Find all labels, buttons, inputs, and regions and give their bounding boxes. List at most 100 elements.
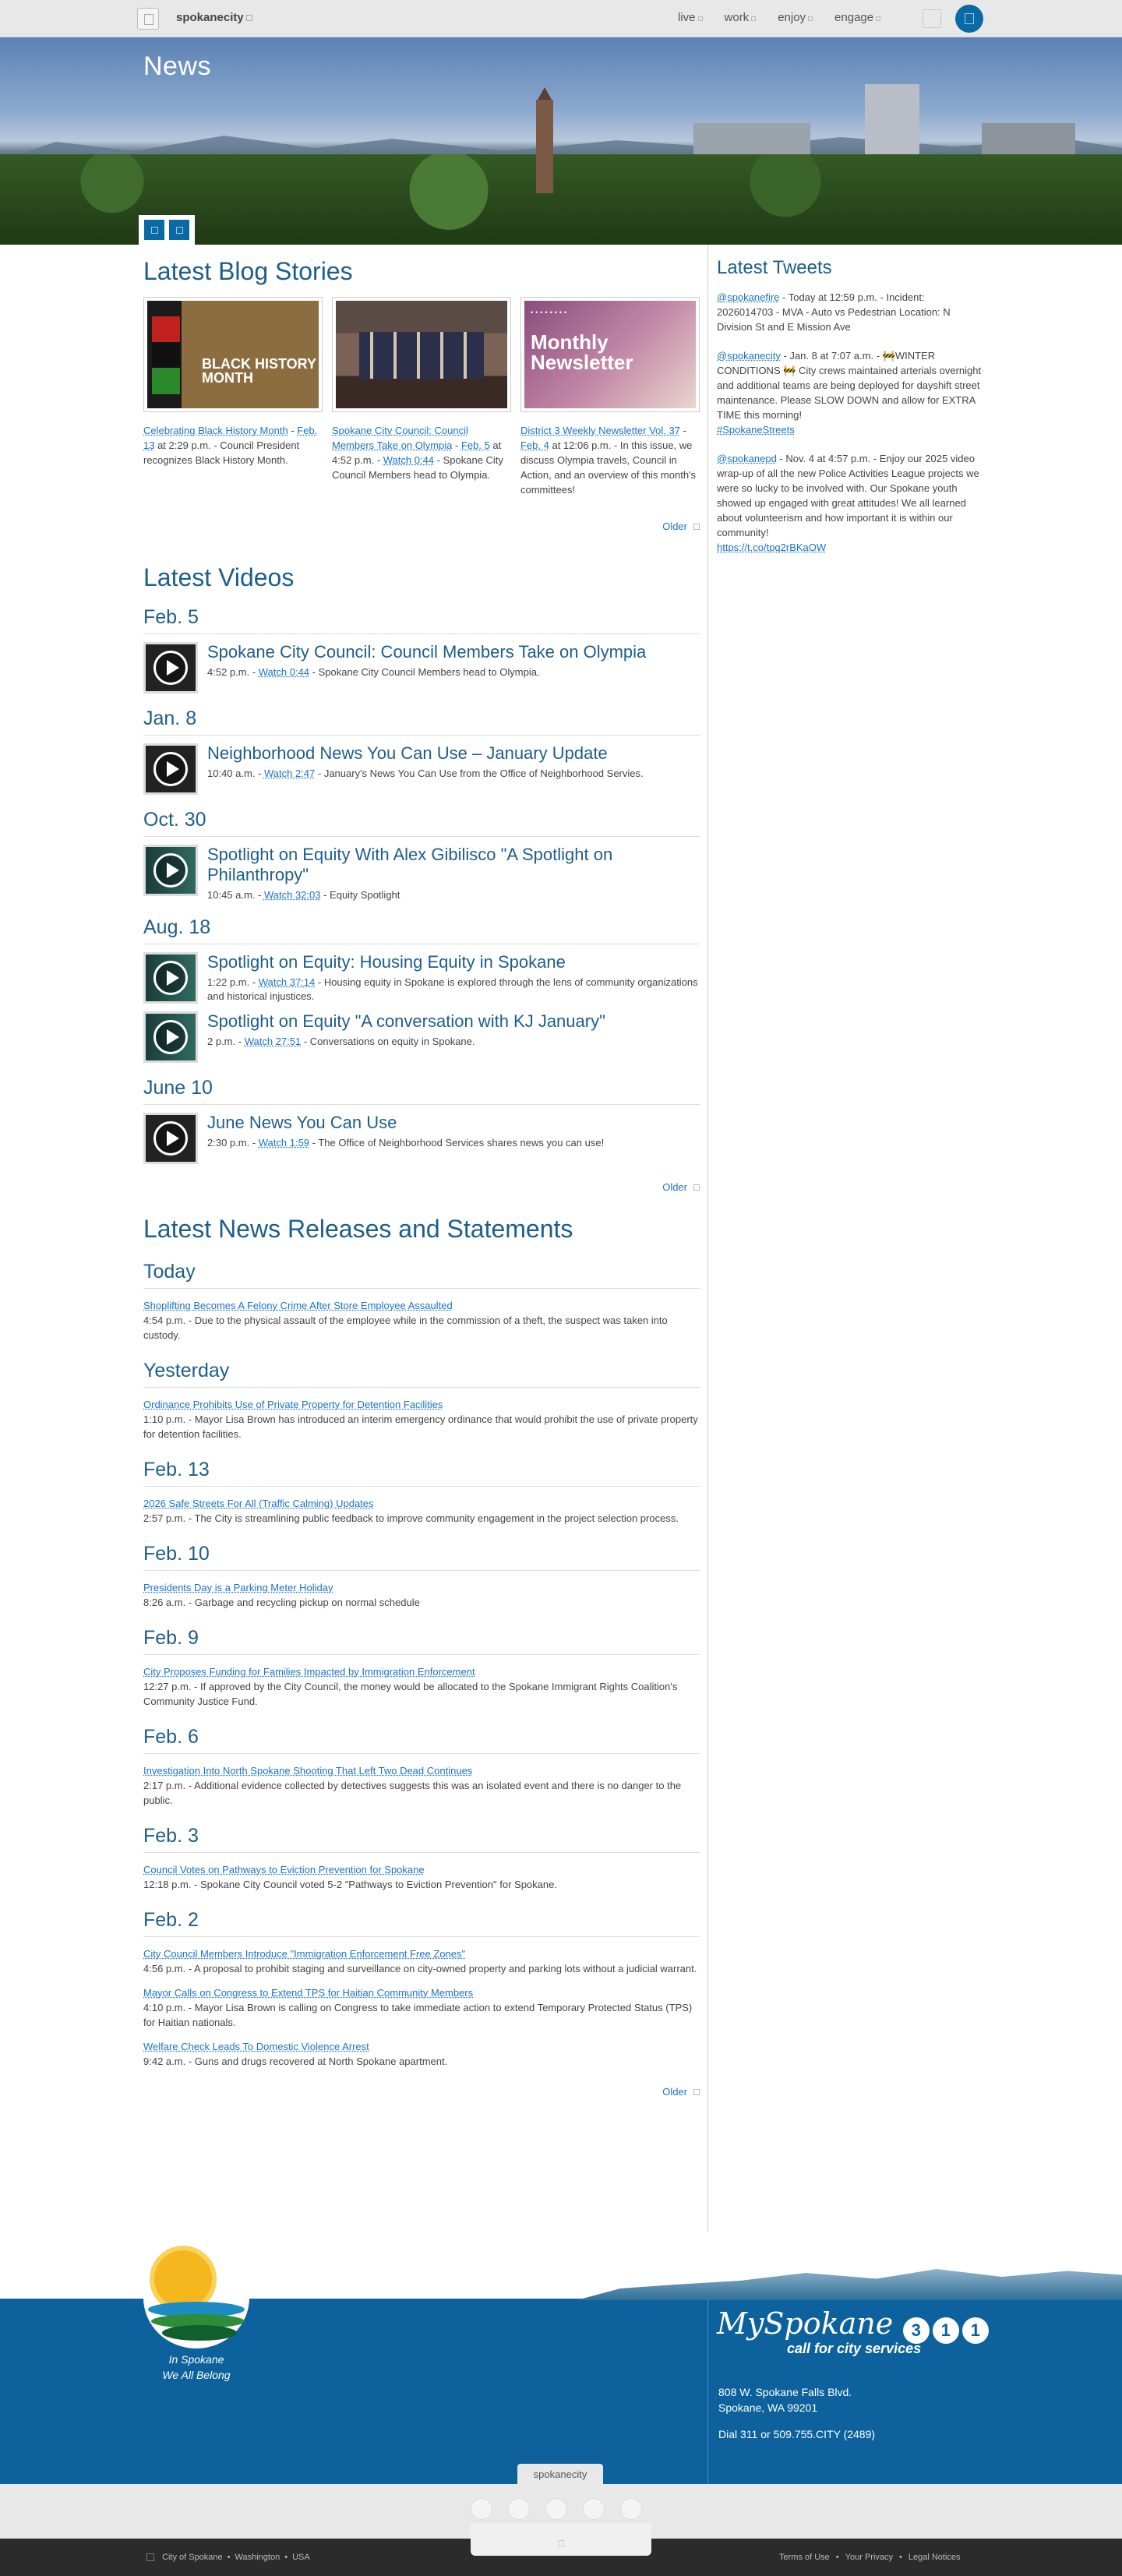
subscribe-icon[interactable] (169, 220, 189, 240)
watch-link[interactable]: Watch 27:51 (245, 1036, 302, 1047)
news-title-link[interactable]: Shoplifting Becomes A Felony Crime After… (143, 1298, 700, 1313)
site-brand[interactable]: spokanecity (176, 11, 252, 24)
search-icon[interactable] (923, 9, 941, 28)
video-desc: - Equity Spotlight (320, 889, 400, 901)
video-date-heading: Jan. 8 (143, 708, 700, 736)
footer-link[interactable]: Washington (235, 2553, 280, 2562)
watch-link[interactable]: Watch 32:03 (264, 889, 321, 901)
play-icon[interactable] (153, 1121, 188, 1156)
footer-link[interactable]: City of Spokane (162, 2553, 223, 2562)
news-item: Council Votes on Pathways to Eviction Pr… (143, 1862, 700, 1892)
slogan-line: In Spokane (168, 2353, 224, 2366)
news-title-link[interactable]: 2026 Safe Streets For All (Traffic Calmi… (143, 1496, 700, 1511)
nav-link-label[interactable]: engage (834, 11, 873, 24)
blog-image[interactable] (332, 297, 511, 412)
news-title-link[interactable]: Presidents Day is a Parking Meter Holida… (143, 1580, 700, 1595)
watch-link[interactable]: Watch 37:14 (259, 976, 316, 988)
blog-date-link[interactable]: Feb. 4 (520, 439, 549, 451)
news-title-link[interactable]: Welfare Check Leads To Domestic Violence… (143, 2039, 700, 2054)
play-icon[interactable] (153, 1020, 188, 1054)
news-desc: 12:27 p.m. - If approved by the City Cou… (143, 1681, 678, 1707)
city-logo[interactable] (143, 2247, 249, 2348)
blog-card: •••••••• Monthly Newsletter District 3 We… (520, 297, 700, 497)
video-thumbnail[interactable] (143, 642, 198, 693)
blog-image[interactable]: •••••••• Monthly Newsletter (520, 297, 700, 412)
older-label[interactable]: Older (662, 2086, 687, 2098)
video-thumbnail[interactable] (143, 952, 198, 1004)
play-icon[interactable] (153, 961, 188, 995)
phone-line[interactable]: Dial 311 or 509.755.CITY (2489) (718, 2426, 875, 2442)
watch-link[interactable]: Watch 0:44 (259, 666, 309, 678)
video-thumbnail[interactable] (143, 743, 198, 795)
play-icon[interactable] (153, 651, 188, 685)
hero-banner: News (0, 37, 1122, 245)
news-title-link[interactable]: Council Votes on Pathways to Eviction Pr… (143, 1862, 700, 1877)
nav-link-enjoy[interactable]: enjoy (778, 11, 813, 24)
privacy-link[interactable]: Your Privacy (845, 2553, 893, 2562)
news-title-link[interactable]: Investigation Into North Spokane Shootin… (143, 1763, 700, 1778)
news-item: 2026 Safe Streets For All (Traffic Calmi… (143, 1496, 700, 1526)
play-icon[interactable] (153, 853, 188, 887)
twitter-icon[interactable] (508, 2498, 530, 2520)
news-desc: 4:10 p.m. - Mayor Lisa Brown is calling … (143, 2002, 693, 2028)
nav-link-label[interactable]: enjoy (778, 11, 806, 24)
blog-date-link[interactable]: Feb. 5 (461, 439, 490, 451)
nav-link-label[interactable]: live (678, 11, 696, 24)
blog-image[interactable]: BLACK HISTORY MONTH (143, 297, 323, 412)
tweet-handle-link[interactable]: @spokanepd (717, 453, 777, 464)
nav-link-live[interactable]: live (678, 11, 703, 24)
news-older-link[interactable]: Older (143, 2086, 700, 2098)
video-title-link[interactable]: Spotlight on Equity With Alex Gibilisco … (207, 845, 700, 885)
news-date-heading: Feb. 13 (143, 1459, 700, 1487)
footer-expand-tab[interactable] (471, 2523, 651, 2556)
council-photo (359, 332, 484, 379)
footer-link[interactable]: USA (292, 2553, 310, 2562)
youtube-icon[interactable] (583, 2498, 605, 2520)
news-title-link[interactable]: Mayor Calls on Congress to Extend TPS fo… (143, 1985, 700, 2000)
watch-link[interactable]: Watch 2:47 (264, 768, 315, 779)
blog-link[interactable]: District 3 Weekly Newsletter Vol. 37 (520, 425, 680, 436)
videos-older-link[interactable]: Older (143, 1181, 700, 1193)
news-title-link[interactable]: Ordinance Prohibits Use of Private Prope… (143, 1397, 700, 1412)
account-icon[interactable] (955, 5, 983, 33)
menu-icon[interactable] (137, 8, 159, 30)
tweet-hashtag-link[interactable]: #SpokaneStreets (717, 424, 795, 436)
instagram-icon[interactable] (545, 2498, 567, 2520)
share-icon[interactable] (144, 220, 164, 240)
watch-link[interactable]: Watch 0:44 (383, 454, 434, 466)
tweet-handle-link[interactable]: @spokanecity (717, 350, 781, 362)
news-title-link[interactable]: City Council Members Introduce "Immigrat… (143, 1946, 700, 1961)
blog-link[interactable]: Spokane City Council: Council Members Ta… (332, 425, 468, 451)
terms-link[interactable]: Terms of Use (779, 2553, 830, 2562)
tweet-handle-link[interactable]: @spokanefire (717, 291, 779, 303)
video-title-link[interactable]: Spotlight on Equity "A conversation with… (207, 1011, 605, 1032)
slogan-line: We All Belong (162, 2369, 231, 2381)
blog-older-link[interactable]: Older (143, 520, 700, 532)
video-thumbnail[interactable] (143, 1113, 198, 1164)
news-desc: 4:56 p.m. - A proposal to prohibit stagi… (143, 1963, 697, 1974)
older-label[interactable]: Older (662, 1181, 687, 1193)
video-title-link[interactable]: Spotlight on Equity: Housing Equity in S… (207, 952, 700, 972)
video-title-link[interactable]: June News You Can Use (207, 1113, 604, 1133)
facebook-icon[interactable] (471, 2498, 492, 2520)
nav-link-work[interactable]: work (725, 11, 757, 24)
watch-link[interactable]: Watch 1:59 (259, 1137, 309, 1149)
blog-link[interactable]: Celebrating Black History Month (143, 425, 288, 436)
news-title-link[interactable]: City Proposes Funding for Families Impac… (143, 1664, 700, 1679)
myspokane-311-logo[interactable]: MySpokane 3 1 1 call for city services (717, 2306, 989, 2357)
news-item: City Council Members Introduce "Immigrat… (143, 1946, 700, 1976)
tweet-url-link[interactable]: https://t.co/tpq2rBKaOW (717, 542, 826, 553)
news-date-heading: Today (143, 1261, 700, 1289)
video-title-link[interactable]: Spokane City Council: Council Members Ta… (207, 642, 646, 662)
video-thumbnail[interactable] (143, 845, 198, 896)
brand-label[interactable]: spokanecity (176, 11, 244, 24)
nav-link-label[interactable]: work (725, 11, 750, 24)
legal-notices-link[interactable]: Legal Notices (909, 2553, 961, 2562)
nav-link-engage[interactable]: engage (834, 11, 881, 24)
main-column: Latest Blog Stories BLACK HISTORY MONTH … (143, 245, 700, 2098)
video-thumbnail[interactable] (143, 1011, 198, 1063)
linkedin-icon[interactable] (620, 2498, 642, 2520)
video-title-link[interactable]: Neighborhood News You Can Use – January … (207, 743, 644, 764)
older-label[interactable]: Older (662, 520, 687, 532)
play-icon[interactable] (153, 752, 188, 786)
